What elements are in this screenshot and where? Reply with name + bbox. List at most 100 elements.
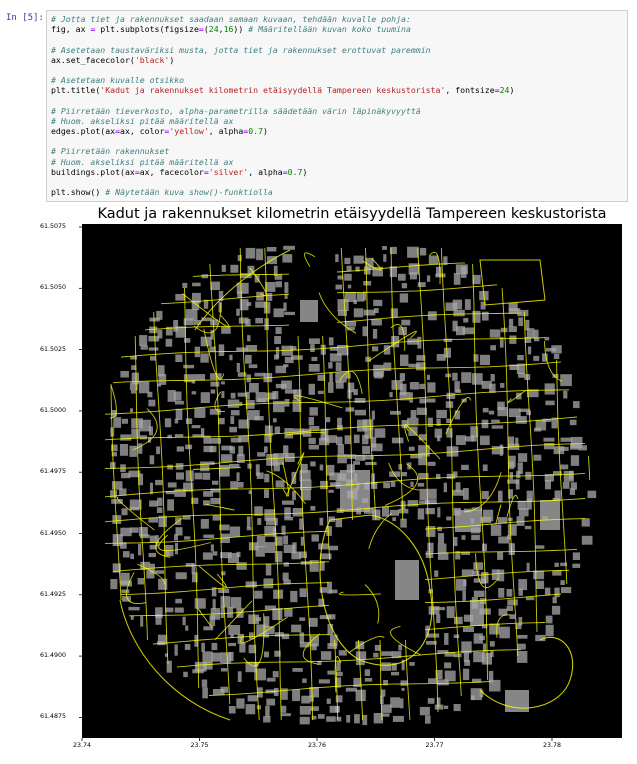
y-tick-label: 61.4875 <box>40 713 67 721</box>
building <box>183 364 195 369</box>
building <box>419 706 430 716</box>
building <box>572 552 580 560</box>
building <box>274 426 281 434</box>
building <box>182 616 186 626</box>
building <box>174 607 184 613</box>
building <box>249 383 259 393</box>
building <box>461 535 466 540</box>
building <box>174 644 178 656</box>
building <box>570 444 581 450</box>
building <box>381 704 392 713</box>
building <box>183 671 188 678</box>
building <box>497 407 508 417</box>
building <box>581 518 590 527</box>
building <box>229 463 240 468</box>
y-tick-label: 61.4900 <box>40 652 67 660</box>
building <box>560 437 572 442</box>
building <box>121 418 128 424</box>
building <box>212 599 216 610</box>
building <box>230 264 239 273</box>
building <box>329 545 339 551</box>
building <box>453 273 461 285</box>
building <box>254 590 263 599</box>
building <box>373 652 379 658</box>
building <box>473 354 479 362</box>
building <box>552 596 557 604</box>
building <box>120 371 129 378</box>
building <box>569 470 574 480</box>
building <box>227 399 240 408</box>
building <box>292 508 303 517</box>
building <box>230 416 235 424</box>
building <box>335 254 339 263</box>
building <box>150 356 156 361</box>
building <box>311 643 317 651</box>
building <box>148 517 158 523</box>
building <box>299 716 310 725</box>
building <box>461 372 472 383</box>
building <box>165 607 174 613</box>
building <box>210 381 220 387</box>
building <box>210 498 221 505</box>
building <box>147 391 153 398</box>
building <box>248 364 258 369</box>
x-tick-label: 23.75 <box>190 742 209 749</box>
building <box>310 706 319 711</box>
building <box>463 488 469 500</box>
building <box>419 488 428 501</box>
building <box>507 599 518 606</box>
building <box>139 335 148 346</box>
building <box>482 407 489 413</box>
building <box>444 633 449 645</box>
building <box>436 614 441 624</box>
building <box>461 569 474 577</box>
building <box>111 481 123 490</box>
building <box>434 607 446 611</box>
building <box>158 578 168 590</box>
building <box>194 407 206 418</box>
building <box>417 282 426 287</box>
building <box>524 525 532 530</box>
building <box>264 651 269 658</box>
building <box>390 697 401 708</box>
building <box>328 589 338 594</box>
building <box>436 409 447 419</box>
building <box>245 247 256 259</box>
building <box>398 326 407 336</box>
building <box>560 464 569 470</box>
building <box>202 552 213 560</box>
building <box>553 353 560 360</box>
building <box>138 443 143 454</box>
building <box>167 482 177 488</box>
building <box>427 417 433 427</box>
building <box>131 428 141 438</box>
y-tick-label: 61.5025 <box>40 345 67 353</box>
building <box>113 417 122 428</box>
y-tick-label: 61.4950 <box>40 529 67 537</box>
building <box>119 444 129 456</box>
building <box>572 563 581 568</box>
building <box>282 500 294 505</box>
building <box>490 524 502 536</box>
building <box>166 660 172 673</box>
building <box>184 338 191 343</box>
building <box>347 284 352 289</box>
building <box>506 535 511 540</box>
building <box>444 670 456 682</box>
building <box>209 408 221 415</box>
building <box>470 600 484 626</box>
building <box>437 543 447 553</box>
building <box>454 410 460 420</box>
building <box>310 461 316 467</box>
building <box>329 372 333 383</box>
building <box>426 398 436 403</box>
building <box>328 337 334 346</box>
building <box>337 454 347 464</box>
building <box>228 706 236 714</box>
building <box>148 399 156 407</box>
building <box>264 626 275 635</box>
building <box>490 651 494 657</box>
y-tick-label: 61.4975 <box>40 468 67 476</box>
map-plot <box>79 224 622 741</box>
building <box>544 587 551 596</box>
